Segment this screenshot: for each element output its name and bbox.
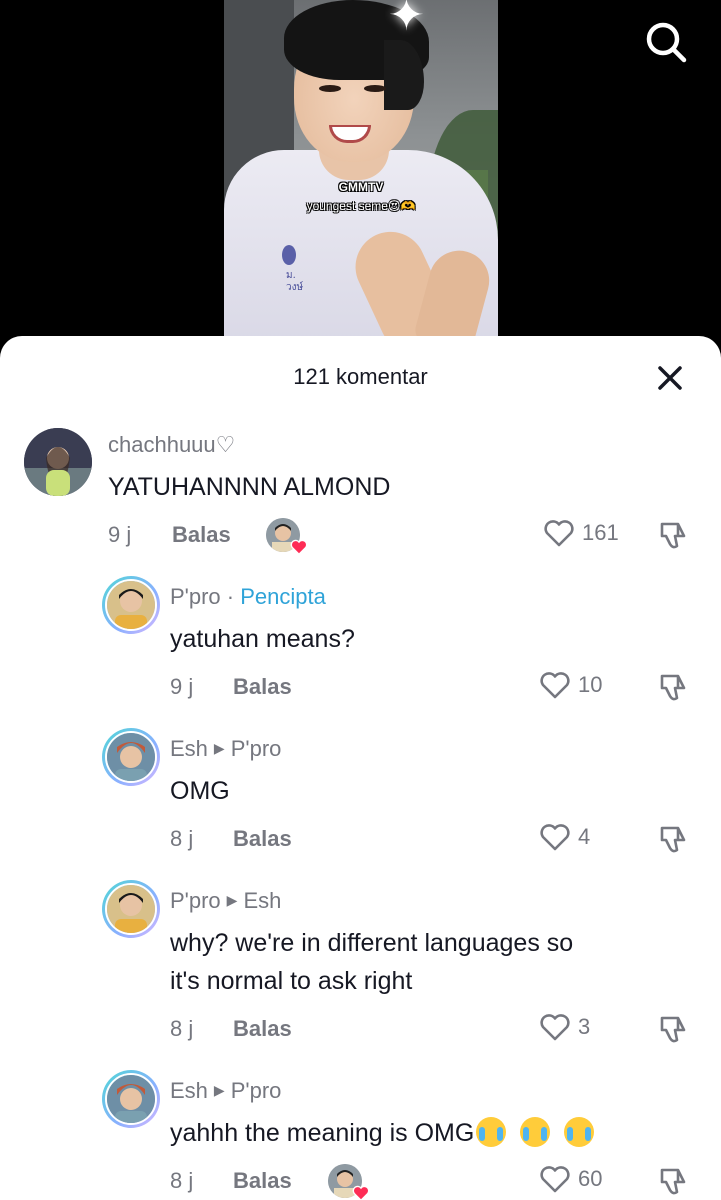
avatar-image bbox=[107, 733, 155, 781]
username-link[interactable]: Esh bbox=[170, 736, 208, 761]
like-count: 60 bbox=[578, 1166, 603, 1191]
thumbs-down-icon bbox=[660, 826, 686, 853]
avatar-image bbox=[24, 428, 92, 496]
reply-button[interactable]: Balas bbox=[172, 522, 231, 548]
like-count: 10 bbox=[578, 672, 603, 697]
close-icon bbox=[658, 366, 682, 390]
reply-item: P'pro ▶ Esh why? we're in different langua… bbox=[0, 878, 721, 1048]
like-button[interactable]: 161 bbox=[542, 516, 619, 550]
username-link[interactable]: P'pro bbox=[170, 888, 221, 913]
dislike-button[interactable] bbox=[656, 822, 690, 856]
creator-label: Pencipta bbox=[240, 584, 326, 609]
thumbs-down-icon bbox=[660, 674, 686, 701]
heart-filled-icon bbox=[352, 1185, 370, 1200]
comment-item: chachhuuu♡ YATUHANNNN ALMOND 9 j Balas 1… bbox=[0, 424, 721, 556]
comment-timestamp: 8 j bbox=[170, 1168, 194, 1193]
thumbs-down-icon bbox=[660, 1168, 686, 1195]
reply-item: P'pro · Pencipta yatuhan means? 9 j Bala… bbox=[0, 574, 721, 704]
dislike-button[interactable] bbox=[656, 518, 690, 552]
comment-text-line1: why? we're in different languages so bbox=[170, 929, 574, 957]
dislike-button[interactable] bbox=[656, 1164, 690, 1198]
heart-outline-icon bbox=[544, 520, 574, 547]
loudly-crying-emoji-icon bbox=[564, 1117, 595, 1147]
comment-timestamp: 9 j bbox=[170, 674, 194, 699]
like-count: 3 bbox=[578, 1014, 591, 1039]
avatar[interactable] bbox=[102, 576, 160, 634]
comment-text-line2: it's normal to ask right bbox=[170, 967, 413, 995]
comment-username: Esh ▶ P'pro bbox=[170, 736, 281, 762]
comment-timestamp: 8 j bbox=[170, 826, 194, 851]
shirt-text: ม. วงษ์ bbox=[286, 270, 304, 293]
avatar[interactable] bbox=[102, 1070, 160, 1128]
reply-to-username[interactable]: P'pro bbox=[231, 736, 282, 761]
comments-header: 121 komentar bbox=[0, 336, 721, 416]
separator-dot: · bbox=[220, 584, 241, 609]
reply-button[interactable]: Balas bbox=[233, 1016, 292, 1042]
video-person-eye-left bbox=[319, 85, 341, 92]
reply-item: Esh ▶ P'pro yahhh the meaning is OMG 8 j B… bbox=[0, 1068, 721, 1200]
heart-filled-icon bbox=[290, 539, 308, 556]
video-caption-line2: youngest seme😍🫶 bbox=[306, 199, 416, 213]
search-icon bbox=[646, 22, 687, 63]
comment-timestamp: 8 j bbox=[170, 1016, 194, 1041]
avatar-image bbox=[107, 1075, 155, 1123]
avatar-image bbox=[107, 581, 155, 629]
video-frame[interactable]: ม. วงษ์ ✦ GMMTV youngest seme😍🫶 bbox=[224, 0, 498, 340]
like-count: 4 bbox=[578, 824, 591, 849]
comment-timestamp: 9 j bbox=[108, 522, 132, 547]
heart-outline-icon bbox=[540, 672, 570, 699]
comment-username: Esh ▶ P'pro bbox=[170, 1078, 281, 1104]
dislike-button[interactable] bbox=[656, 1012, 690, 1046]
like-button[interactable]: 10 bbox=[538, 668, 602, 702]
shirt-logo bbox=[282, 245, 296, 265]
comment-text: OMG bbox=[170, 777, 230, 805]
heart-outline-icon bbox=[540, 824, 570, 851]
thumbs-down-icon bbox=[660, 522, 686, 549]
video-player[interactable]: ม. วงษ์ ✦ GMMTV youngest seme😍🫶 bbox=[0, 0, 721, 380]
like-button[interactable]: 4 bbox=[538, 820, 590, 854]
heart-outline-icon bbox=[540, 1166, 570, 1193]
like-button[interactable]: 3 bbox=[538, 1010, 590, 1044]
avatar[interactable] bbox=[102, 880, 160, 938]
username-link[interactable]: Esh bbox=[170, 1078, 208, 1103]
reply-arrow-icon: ▶ bbox=[213, 740, 225, 756]
comments-sheet: 121 komentar chachhuuu♡ YATUHANNNN ALMON… bbox=[0, 336, 721, 1200]
sparkle-effect-icon: ✦ bbox=[388, 0, 425, 40]
comment-text-content: yahhh the meaning is OMG bbox=[170, 1119, 475, 1147]
reply-arrow-icon: ▶ bbox=[213, 1082, 225, 1098]
comment-text: YATUHANNNN ALMOND bbox=[108, 473, 391, 501]
reply-to-username[interactable]: Esh bbox=[243, 888, 281, 913]
reply-to-username[interactable]: P'pro bbox=[231, 1078, 282, 1103]
thumbs-down-icon bbox=[660, 1016, 686, 1043]
creator-liked-badge bbox=[266, 518, 308, 556]
heart-outline-icon bbox=[540, 1014, 570, 1041]
reply-button[interactable]: Balas bbox=[233, 1168, 292, 1194]
comment-text: yatuhan means? bbox=[170, 625, 355, 653]
reply-arrow-icon: ▶ bbox=[226, 892, 238, 908]
search-button[interactable] bbox=[642, 18, 690, 66]
avatar[interactable] bbox=[102, 728, 160, 786]
reply-button[interactable]: Balas bbox=[233, 674, 292, 700]
creator-liked-badge bbox=[328, 1164, 370, 1200]
loudly-crying-emoji-icon bbox=[476, 1117, 507, 1147]
username-link[interactable]: P'pro bbox=[170, 584, 221, 609]
comment-username: P'pro · Pencipta bbox=[170, 584, 326, 610]
loudly-crying-emoji-icon bbox=[520, 1117, 551, 1147]
comment-username: P'pro ▶ Esh bbox=[170, 888, 281, 914]
reply-item: Esh ▶ P'pro OMG 8 j Balas 4 bbox=[0, 726, 721, 856]
dislike-button[interactable] bbox=[656, 670, 690, 704]
like-count: 161 bbox=[582, 520, 619, 545]
close-button[interactable] bbox=[652, 360, 688, 396]
avatar-image bbox=[107, 885, 155, 933]
video-caption-line1: GMMTV bbox=[338, 180, 384, 194]
avatar[interactable] bbox=[24, 428, 92, 496]
comment-count-title: 121 komentar bbox=[293, 364, 428, 389]
comment-text: yahhh the meaning is OMG bbox=[170, 1114, 595, 1152]
video-person-eye-right bbox=[364, 85, 386, 92]
like-button[interactable]: 60 bbox=[538, 1162, 602, 1196]
comment-username[interactable]: chachhuuu♡ bbox=[108, 432, 235, 458]
reply-button[interactable]: Balas bbox=[233, 826, 292, 852]
